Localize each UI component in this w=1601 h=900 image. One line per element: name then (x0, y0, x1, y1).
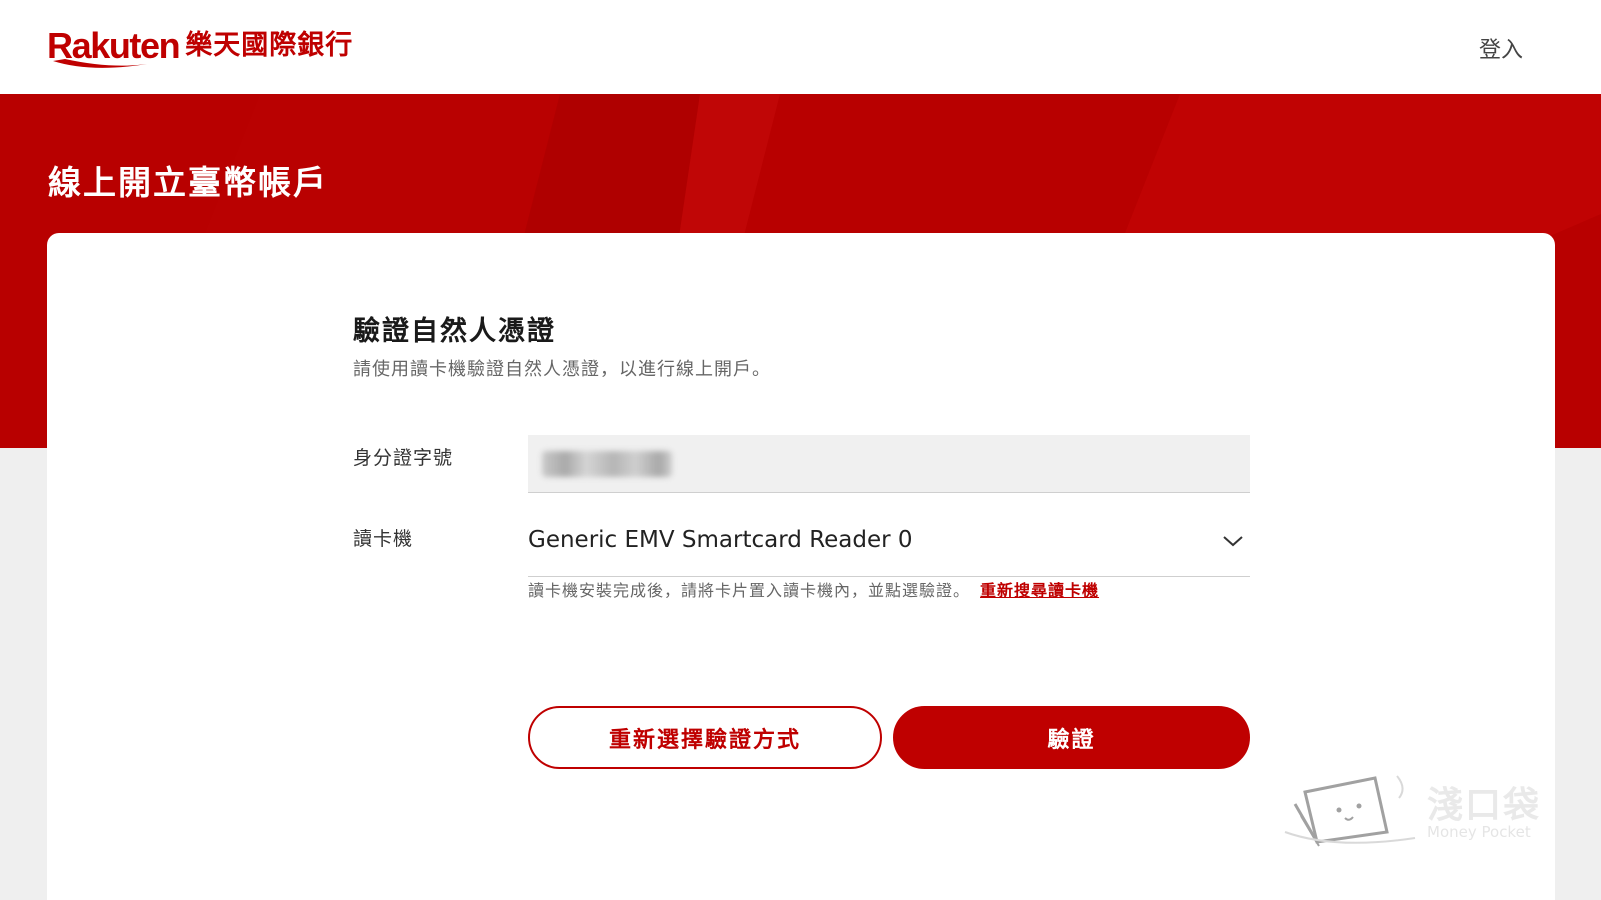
verify-button[interactable]: 驗證 (893, 706, 1250, 769)
verification-card: 驗證自然人憑證 請使用讀卡機驗證自然人憑證，以進行線上開戶。 身分證字號 讀卡機… (47, 233, 1555, 900)
chevron-down-icon (1223, 536, 1243, 547)
logo-chinese-name: 樂天國際銀行 (185, 30, 354, 61)
section-title: 驗證自然人憑證 (353, 316, 556, 347)
watermark-chinese: 淺口袋 (1427, 785, 1542, 826)
rescan-reader-link[interactable]: 重新搜尋讀卡機 (980, 581, 1099, 600)
logo-swoosh-icon (53, 59, 147, 68)
id-number-field (528, 435, 1250, 493)
section-description: 請使用讀卡機驗證自然人憑證，以進行線上開戶。 (353, 359, 771, 380)
page-title: 線上開立臺幣帳戶 (48, 163, 328, 202)
card-reader-label: 讀卡機 (353, 528, 414, 550)
watermark: 淺口袋 Money Pocket (1275, 770, 1550, 870)
card-reader-selected-value: Generic EMV Smartcard Reader 0 (528, 527, 913, 553)
top-bar: Rakuten 樂天國際銀行 登入 (0, 0, 1601, 94)
reselect-method-button[interactable]: 重新選擇驗證方式 (528, 706, 882, 769)
watermark-english: Money Pocket (1427, 823, 1531, 841)
card-reader-select[interactable]: Generic EMV Smartcard Reader 0 (528, 516, 1250, 577)
id-number-label: 身分證字號 (353, 447, 454, 469)
hint-text: 讀卡機安裝完成後，請將卡片置入讀卡機內，並點選驗證。 (528, 581, 971, 600)
rakuten-bank-logo[interactable]: Rakuten 樂天國際銀行 (47, 26, 354, 68)
card-reader-hint: 讀卡機安裝完成後，請將卡片置入讀卡機內，並點選驗證。 重新搜尋讀卡機 (528, 577, 1099, 601)
masked-id-value (542, 451, 672, 477)
login-link[interactable]: 登入 (1479, 32, 1523, 64)
pocket-mascot-icon (1284, 775, 1416, 847)
